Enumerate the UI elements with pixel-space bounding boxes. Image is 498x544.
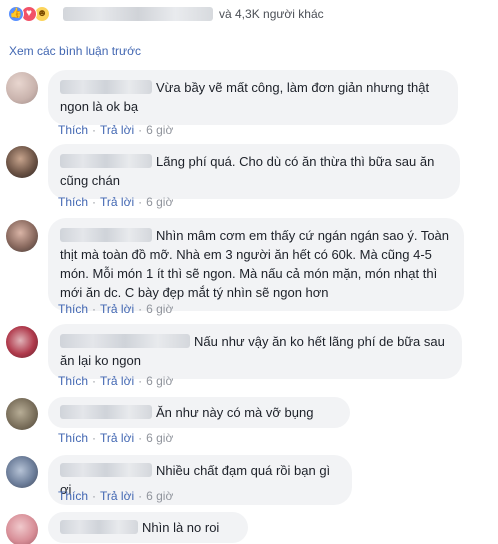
avatar[interactable] [6, 146, 38, 178]
avatar[interactable] [6, 456, 38, 488]
comment-bubble: Nhìn là no roi [48, 512, 248, 543]
separator: · [138, 123, 143, 137]
comment-timestamp[interactable]: 6 giờ [146, 302, 173, 316]
separator: · [138, 195, 143, 209]
separator: · [92, 374, 97, 388]
comment-bubble: Lãng phí quá. Cho dù có ăn thừa thì bữa … [48, 144, 460, 199]
comment-actions: Thích · Trả lời · 6 giờ [58, 302, 173, 316]
comment-actions: Thích · Trả lời · 6 giờ [58, 195, 173, 209]
comment-bubble: Nấu như vậy ăn ko hết lãng phí de bữa sa… [48, 324, 462, 379]
comment-actions: Thích · Trả lời · 6 giờ [58, 123, 173, 137]
blurred-author-name[interactable] [60, 520, 138, 534]
like-reaction-icon: 👍 [8, 6, 24, 22]
separator: · [92, 431, 97, 445]
blurred-author-name[interactable] [60, 80, 152, 94]
avatar[interactable] [6, 220, 38, 252]
comment-bubble: Vừa bầy vẽ mất công, làm đơn giản nhưng … [48, 70, 458, 125]
reactions-summary[interactable]: 👍 ♥ ☻ và 4,3K người khác [0, 0, 498, 28]
separator: · [138, 374, 143, 388]
like-button[interactable]: Thích [58, 374, 88, 388]
like-button[interactable]: Thích [58, 431, 88, 445]
comment-bubble: Ăn như này có mà vỡ bụng [48, 397, 350, 428]
separator: · [92, 302, 97, 316]
comment-actions: Thích · Trả lời · 6 giờ [58, 374, 173, 388]
comment-timestamp[interactable]: 6 giờ [146, 489, 173, 503]
like-button[interactable]: Thích [58, 489, 88, 503]
like-button[interactable]: Thích [58, 195, 88, 209]
blurred-reactor-names [63, 7, 213, 21]
blurred-author-name[interactable] [60, 334, 190, 348]
comment-timestamp[interactable]: 6 giờ [146, 195, 173, 209]
avatar[interactable] [6, 398, 38, 430]
reply-button[interactable]: Trả lời [100, 302, 134, 316]
separator: · [92, 195, 97, 209]
reactors-count[interactable]: và 4,3K người khác [219, 7, 324, 21]
reply-button[interactable]: Trả lời [100, 489, 134, 503]
comment-timestamp[interactable]: 6 giờ [146, 123, 173, 137]
avatar[interactable] [6, 514, 38, 544]
comment-actions: Thích · Trả lời · 6 giờ [58, 431, 173, 445]
reply-button[interactable]: Trả lời [100, 431, 134, 445]
like-button[interactable]: Thích [58, 123, 88, 137]
blurred-author-name[interactable] [60, 228, 152, 242]
comment-bubble: Nhìn mâm cơm em thấy cứ ngán ngán sao ý.… [48, 218, 464, 311]
reply-button[interactable]: Trả lời [100, 123, 134, 137]
reply-button[interactable]: Trả lời [100, 374, 134, 388]
comment-text: Ăn như này có mà vỡ bụng [156, 405, 314, 420]
like-button[interactable]: Thích [58, 302, 88, 316]
reply-button[interactable]: Trả lời [100, 195, 134, 209]
comment-actions: Thích · Trả lời · 6 giờ [58, 489, 173, 503]
separator: · [92, 489, 97, 503]
comment-timestamp[interactable]: 6 giờ [146, 431, 173, 445]
comment-text: Nhìn là no roi [142, 520, 220, 535]
separator: · [138, 431, 143, 445]
comment-timestamp[interactable]: 6 giờ [146, 374, 173, 388]
blurred-author-name[interactable] [60, 405, 152, 419]
separator: · [92, 123, 97, 137]
avatar[interactable] [6, 72, 38, 104]
blurred-author-name[interactable] [60, 463, 152, 477]
separator: · [138, 302, 143, 316]
separator: · [138, 489, 143, 503]
blurred-author-name[interactable] [60, 154, 152, 168]
avatar[interactable] [6, 326, 38, 358]
view-previous-comments-link[interactable]: Xem các bình luận trước [9, 44, 141, 58]
